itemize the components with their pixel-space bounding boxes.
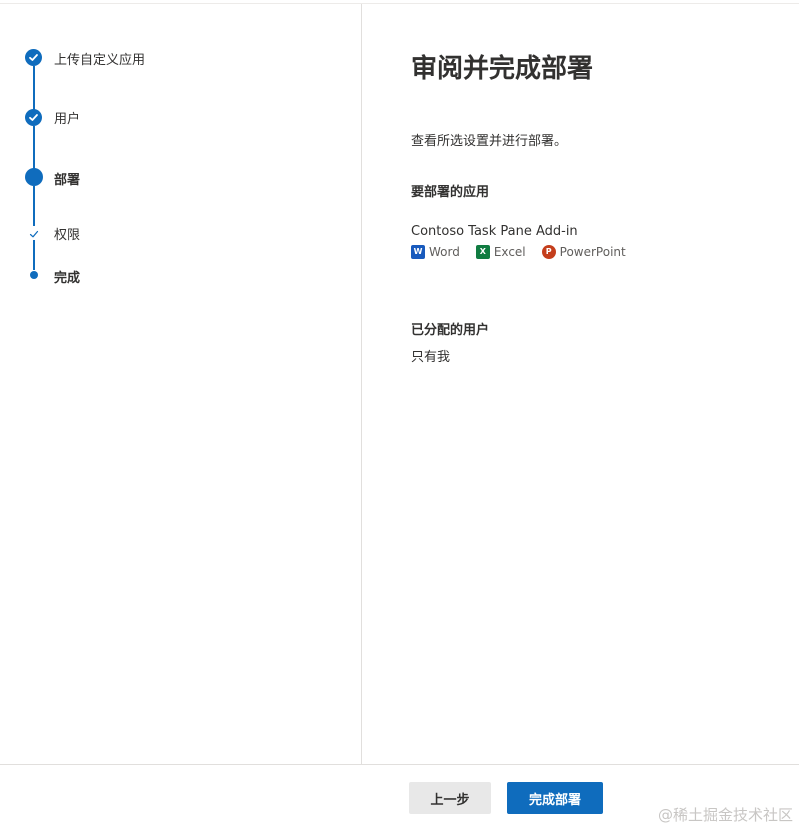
assigned-users-heading: 已分配的用户 <box>411 323 490 338</box>
supported-hosts: W Word X Excel P PowerPoint <box>411 245 642 259</box>
wizard-footer: 上一步 完成部署 @稀土掘金技术社区 <box>0 764 799 830</box>
step-label: 用户 <box>54 112 81 127</box>
page-description: 查看所选设置并进行部署。 <box>411 134 568 149</box>
step-label: 上传自定义应用 <box>54 53 146 68</box>
host-label: Excel <box>493 245 526 259</box>
checkmark-circle-icon <box>25 49 42 66</box>
small-checkmark-icon <box>29 230 39 238</box>
watermark: @稀土掘金技术社区 <box>657 806 793 824</box>
checkmark-circle-icon <box>25 109 42 126</box>
finish-deployment-button[interactable]: 完成部署 <box>507 782 603 814</box>
step-connector <box>33 126 35 169</box>
app-name: Contoso Task Pane Add-in <box>411 224 578 239</box>
host-powerpoint: P PowerPoint <box>541 245 626 259</box>
step-connector <box>33 66 35 113</box>
assigned-users-value: 只有我 <box>411 350 451 365</box>
step-connector <box>33 240 35 270</box>
powerpoint-icon: P <box>541 245 556 259</box>
host-label: Word <box>429 245 460 259</box>
current-substep-dot-icon <box>30 271 38 279</box>
apps-heading: 要部署的应用 <box>411 185 490 200</box>
step-label: 完成 <box>54 271 81 286</box>
page-title: 审阅并完成部署 <box>411 54 594 84</box>
step-label: 权限 <box>54 228 81 243</box>
wizard-stepper: 上传自定义应用 用户 部署 权限 完成 <box>0 4 362 764</box>
step-connector <box>33 186 35 226</box>
excel-icon: X <box>475 245 490 259</box>
host-excel: X Excel <box>475 245 526 259</box>
current-step-circle-icon <box>25 168 43 186</box>
host-word: W Word <box>411 245 460 259</box>
word-icon: W <box>411 245 425 259</box>
back-button[interactable]: 上一步 <box>409 782 491 814</box>
step-label: 部署 <box>54 173 81 188</box>
host-label: PowerPoint <box>559 245 626 259</box>
